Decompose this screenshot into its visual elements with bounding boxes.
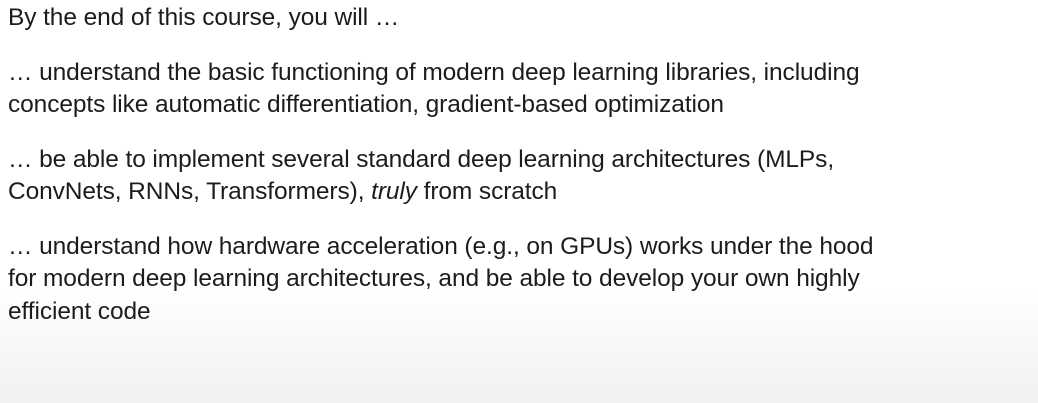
outcome-line: concepts like automatic differentiation,… — [8, 91, 724, 118]
outcome-architectures: … be able to implement several standard … — [8, 144, 1038, 209]
outcome-libraries: … understand the basic functioning of mo… — [8, 57, 1038, 122]
outcome-hardware: … understand how hardware acceleration (… — [8, 231, 1038, 329]
outcome-line: efficient code — [8, 297, 151, 325]
outcome-line: for modern deep learning architectures, … — [8, 265, 860, 292]
intro-text: By the end of this course, you will … — [8, 4, 400, 31]
outcome-line: … be able to implement several standard … — [8, 145, 835, 173]
outcome-text: ConvNets, RNNs, Transformers), — [8, 178, 372, 205]
slide-content: By the end of this course, you will … … … — [8, 2, 1038, 350]
outcome-line: … understand the basic functioning of mo… — [8, 58, 860, 86]
outcome-line: ConvNets, RNNs, Transformers), truly fro… — [8, 176, 1038, 209]
emphasis-truly: truly — [371, 178, 417, 205]
outcome-line: … understand how hardware acceleration (… — [8, 232, 874, 260]
outcome-text: from scratch — [416, 178, 558, 205]
